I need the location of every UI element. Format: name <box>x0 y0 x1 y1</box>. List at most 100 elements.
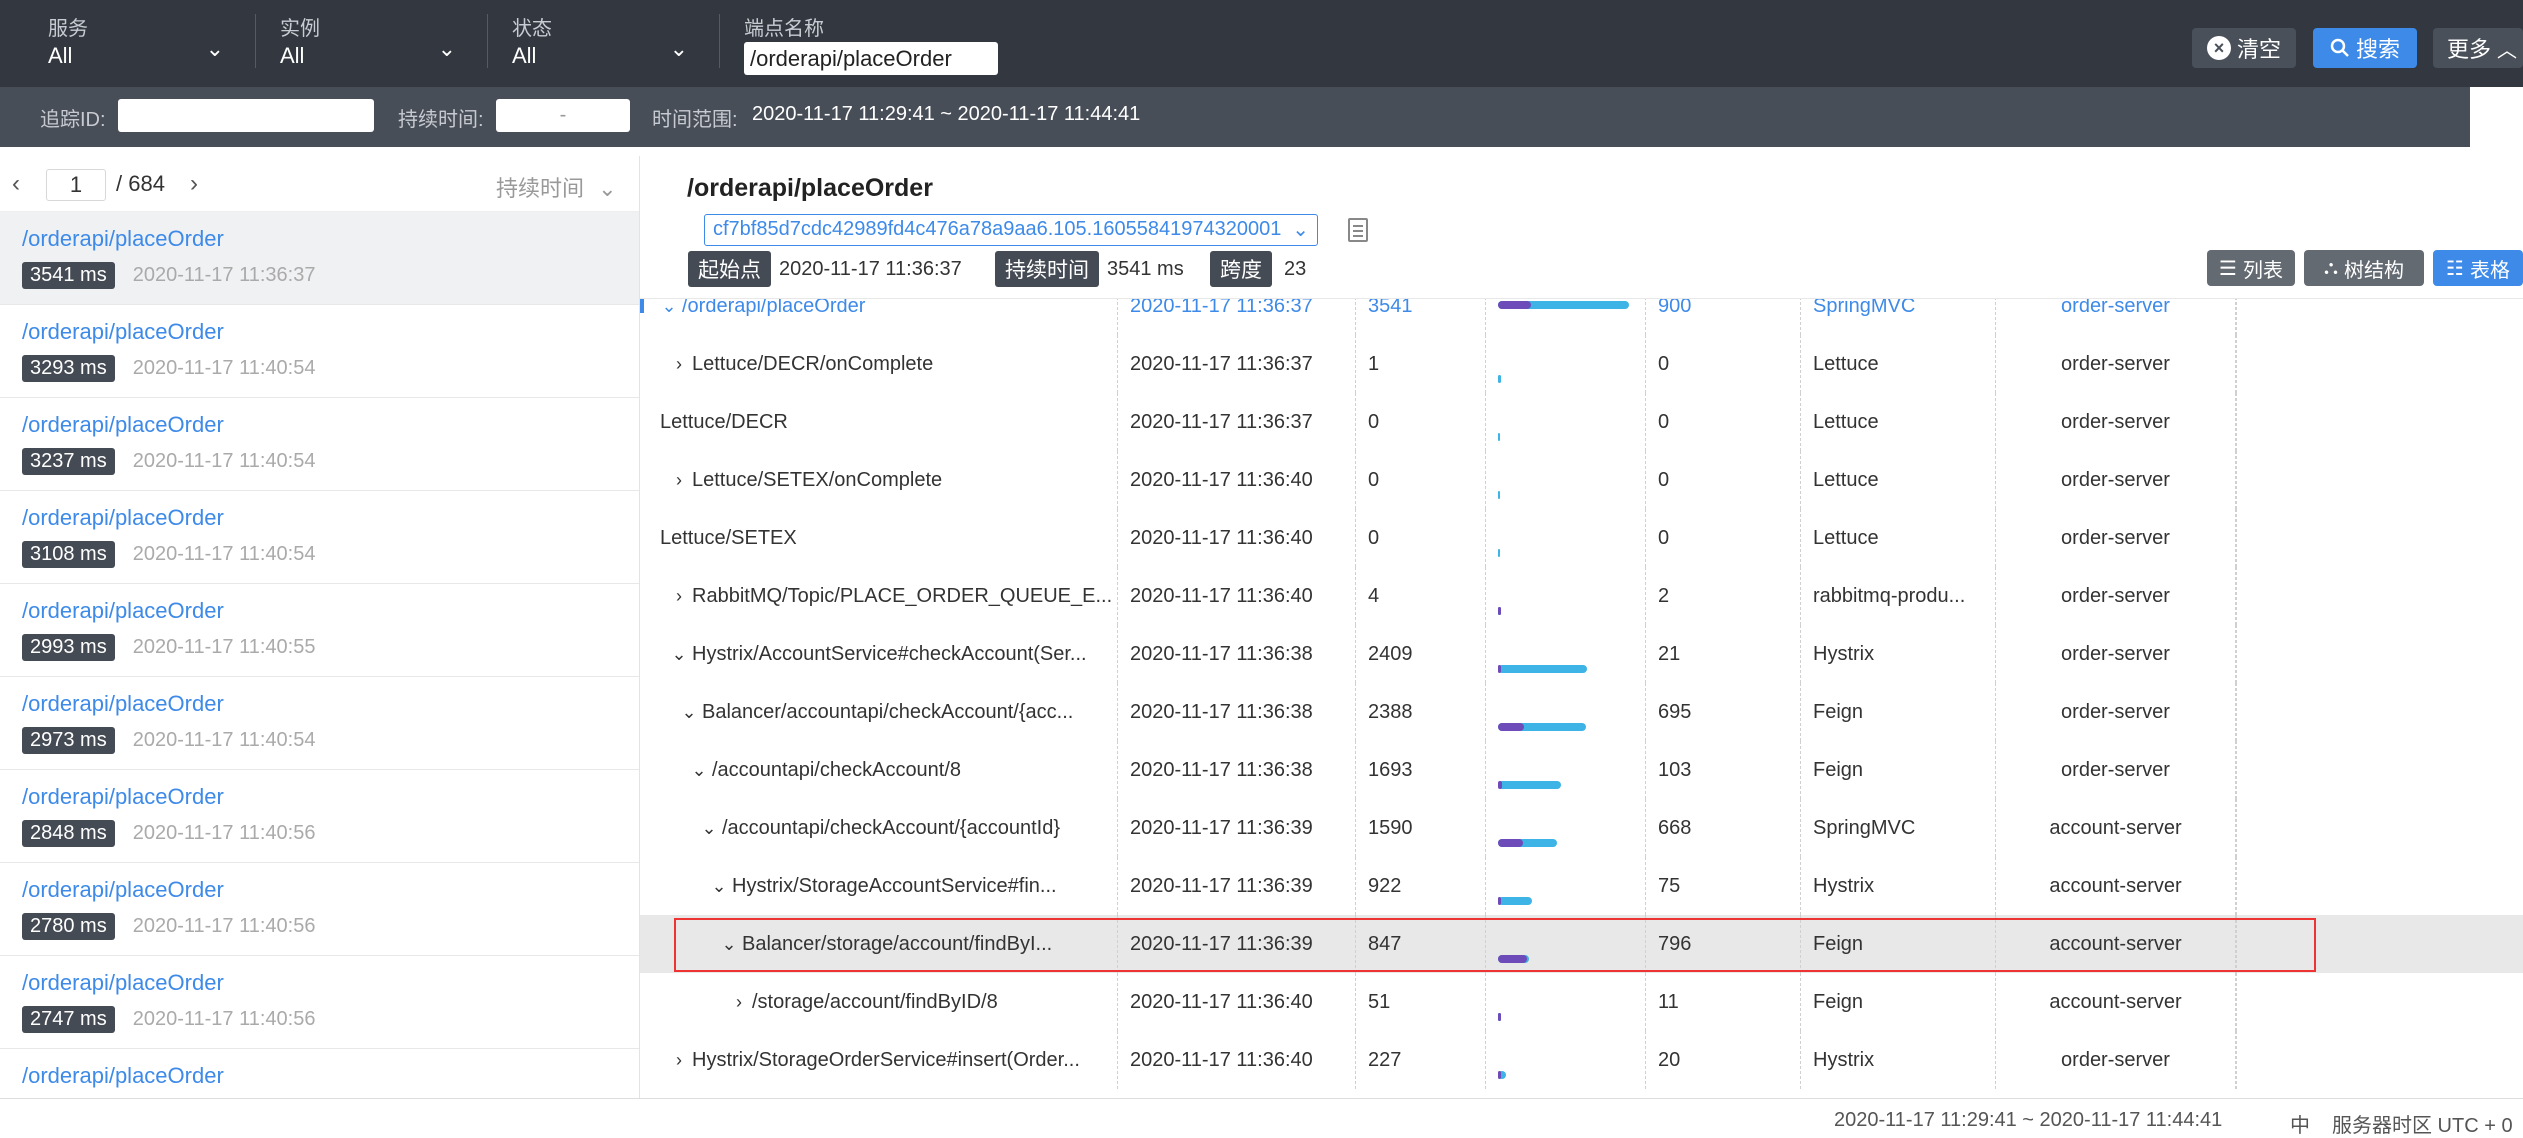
trace-list-item[interactable]: /orderapi/placeOrder 2848 ms 2020-11-17 11… <box>0 770 639 863</box>
chevron-down-icon[interactable]: ⌄ <box>720 915 738 973</box>
span-row[interactable]: Lettuce/SETEX 2020-11-17 11:36:40 0 0 Lettuc… <box>640 509 2523 567</box>
span-self-bar <box>1498 607 1501 615</box>
chevron-down-icon[interactable]: ⌄ <box>700 799 718 857</box>
span-row[interactable]: › RabbitMQ/Topic/PLACE_ORDER_QUEUE_E... 20… <box>640 567 2523 625</box>
chevron-down-icon[interactable]: ⌄ <box>710 857 728 915</box>
trace-id-select[interactable]: cf7bf85d7cdc42989fd4c476a78a9aa6.105.160… <box>704 214 1318 246</box>
span-row[interactable]: ⌄/accountapi/checkAccount/{accountId} 202… <box>640 799 2523 857</box>
span-row[interactable]: Lettuce/DECR 2020-11-17 11:36:37 0 0 Lettuce… <box>640 393 2523 451</box>
span-timeline-cell <box>1486 799 1646 857</box>
service-filter[interactable]: 服务 All ⌄ <box>48 12 224 72</box>
span-name: Lettuce/SETEX/onComplete <box>692 469 943 491</box>
more-button[interactable]: 更多 ︿ <box>2433 28 2523 68</box>
duration-input[interactable]: - <box>496 99 630 132</box>
chevron-down-icon[interactable]: ⌄ <box>660 299 678 335</box>
span-row[interactable]: ⌄ Balancer/storage/account/findByI... 2020… <box>640 915 2523 973</box>
chevron-down-icon: ⌄ <box>205 36 224 61</box>
clipboard-icon[interactable] <box>1348 218 1368 242</box>
chevron-down-icon[interactable]: ⌄ <box>690 741 708 799</box>
span-self-bar <box>1498 1071 1501 1079</box>
trace-endpoint-name: /orderapi/placeOrder <box>22 598 224 623</box>
trace-list-item[interactable]: /orderapi/placeOrder 2780 ms 2020-11-17 11… <box>0 863 639 956</box>
span-timeline <box>1498 799 1645 857</box>
chevron-down-icon[interactable]: ⌄ <box>680 683 698 741</box>
page-input[interactable]: 1 <box>46 169 106 201</box>
span-component: Feign <box>1801 973 1996 1031</box>
trace-list-item[interactable]: /orderapi/placeOrder 3293 ms 2020-11-17 11… <box>0 305 639 398</box>
trace-list-item[interactable]: /orderapi/placeOrder 2747 ms 2020-11-17 11… <box>0 956 639 1049</box>
instance-filter[interactable]: 实例 All ⌄ <box>280 12 456 72</box>
span-row[interactable]: ⌄/accountapi/checkAccount/8 2020-11-17 11… <box>640 741 2523 799</box>
footer-time-range[interactable]: 2020-11-17 11:29:41 ~ 2020-11-17 11:44:4… <box>1834 1109 2222 1132</box>
trace-start-time: 2020-11-17 11:40:55 <box>132 636 316 658</box>
trace-list-item[interactable]: /orderapi/placeOrder 3108 ms 2020-11-17 11… <box>0 491 639 584</box>
span-name-cell: ⌄ Balancer/accountapi/checkAccount/{acc..… <box>640 683 1118 741</box>
search-button[interactable]: 搜索 <box>2313 28 2417 68</box>
span-timeline <box>1498 567 1645 625</box>
span-table: ⌄/orderapi/placeOrder 2020-11-17 11:36:37… <box>640 298 2523 1098</box>
chevron-right-icon[interactable]: › <box>670 451 688 509</box>
span-exec-time: 51 <box>1356 973 1486 1031</box>
chevron-right-icon[interactable]: › <box>670 1031 688 1089</box>
span-timeline <box>1498 451 1645 509</box>
span-row[interactable]: ›/storage/account/findByID/8 2020-11-17 1… <box>640 973 2523 1031</box>
chevron-right-icon[interactable]: › <box>190 170 198 198</box>
chevron-right-icon[interactable]: › <box>670 335 688 393</box>
trace-list-item[interactable]: /orderapi/placeOrder 3541 ms 2020-11-17 11… <box>0 212 639 305</box>
duration-tag-label: 持续时间 <box>995 251 1099 287</box>
span-row[interactable]: › Lettuce/DECR/onComplete 2020-11-17 11:36… <box>640 335 2523 393</box>
trace-start-time: 2020-11-17 11:36:37 <box>132 264 316 286</box>
trace-list-item[interactable]: /orderapi/placeOrder 2993 ms 2020-11-17 11… <box>0 584 639 677</box>
span-self-time: 103 <box>1646 741 1801 799</box>
server-timezone: 服务器时区 UTC + 0 <box>2332 1115 2513 1137</box>
time-range-value[interactable]: 2020-11-17 11:29:41 ~ 2020-11-17 11:44:4… <box>752 103 1140 126</box>
trace-list-item[interactable]: /orderapi/placeOrder <box>0 1049 639 1098</box>
span-start-time: 2020-11-17 11:36:40 <box>1118 1031 1356 1089</box>
duration-tag-value: 3541 ms <box>1107 257 1184 280</box>
chevron-left-icon[interactable]: ‹ <box>12 170 20 198</box>
span-timeline-cell <box>1486 741 1646 799</box>
span-duration-bar <box>1498 375 1501 383</box>
duration-label: 持续时间: <box>398 109 484 131</box>
view-list-button[interactable]: ☰ 列表 <box>2207 250 2295 286</box>
span-name: Hystrix/AccountService#checkAccount(Ser.… <box>692 643 1087 665</box>
trace-id-input[interactable] <box>118 99 374 132</box>
start-value: 2020-11-17 11:36:37 <box>779 257 962 280</box>
span-component: Feign <box>1801 741 1996 799</box>
span-name-cell: › Lettuce/DECR/onComplete <box>640 335 1118 393</box>
span-timeline <box>1498 625 1645 683</box>
span-row[interactable]: › Lettuce/SETEX/onComplete 2020-11-17 11:3… <box>640 451 2523 509</box>
view-table-button[interactable]: ☷ 表格 <box>2433 250 2523 286</box>
span-service: order-server <box>1996 509 2236 567</box>
span-duration-bar <box>1498 491 1500 499</box>
trace-list-item[interactable]: /orderapi/placeOrder 3237 ms 2020-11-17 11… <box>0 398 639 491</box>
span-start-time: 2020-11-17 11:36:38 <box>1118 625 1356 683</box>
endpoint-input[interactable] <box>744 42 998 75</box>
sort-select[interactable]: 持续时间 ⌄ <box>496 171 617 203</box>
span-timeline <box>1498 335 1645 393</box>
span-name: Hystrix/StorageAccountService#fin... <box>732 875 1057 897</box>
chevron-down-icon[interactable]: ⌄ <box>670 625 688 683</box>
span-row[interactable]: ⌄ Balancer/accountapi/checkAccount/{acc..… <box>640 683 2523 741</box>
span-name-cell: › Hystrix/StorageOrderService#insert(Orde… <box>640 1031 1118 1089</box>
span-row[interactable]: ⌄/orderapi/placeOrder 2020-11-17 11:36:37… <box>640 298 2523 335</box>
span-name: /orderapi/placeOrder <box>682 298 866 317</box>
span-timeline <box>1498 1031 1645 1089</box>
span-start-time: 2020-11-17 11:36:39 <box>1118 799 1356 857</box>
span-row[interactable]: ⌄ Hystrix/AccountService#checkAccount(Ser… <box>640 625 2523 683</box>
status-filter[interactable]: 状态 All ⌄ <box>512 12 688 72</box>
view-tree-button[interactable]: ⛬ 树结构 <box>2304 250 2424 286</box>
span-timeline-cell <box>1486 857 1646 915</box>
span-duration-bar <box>1498 433 1500 441</box>
trace-spans: 跨度 23 <box>1210 251 1306 287</box>
span-timeline <box>1498 915 1645 973</box>
chevron-right-icon[interactable]: › <box>670 567 688 625</box>
span-timeline-cell <box>1486 335 1646 393</box>
chevron-right-icon[interactable]: › <box>730 973 748 1031</box>
clear-button[interactable]: × 清空 <box>2192 28 2296 68</box>
trace-list-item[interactable]: /orderapi/placeOrder 2973 ms 2020-11-17 11… <box>0 677 639 770</box>
language-toggle[interactable]: 中 <box>2290 1109 2310 1138</box>
span-row[interactable]: ⌄ Hystrix/StorageAccountService#fin... 202… <box>640 857 2523 915</box>
status-filter-label: 状态 <box>512 18 552 40</box>
span-row[interactable]: › Hystrix/StorageOrderService#insert(Orde… <box>640 1031 2523 1089</box>
